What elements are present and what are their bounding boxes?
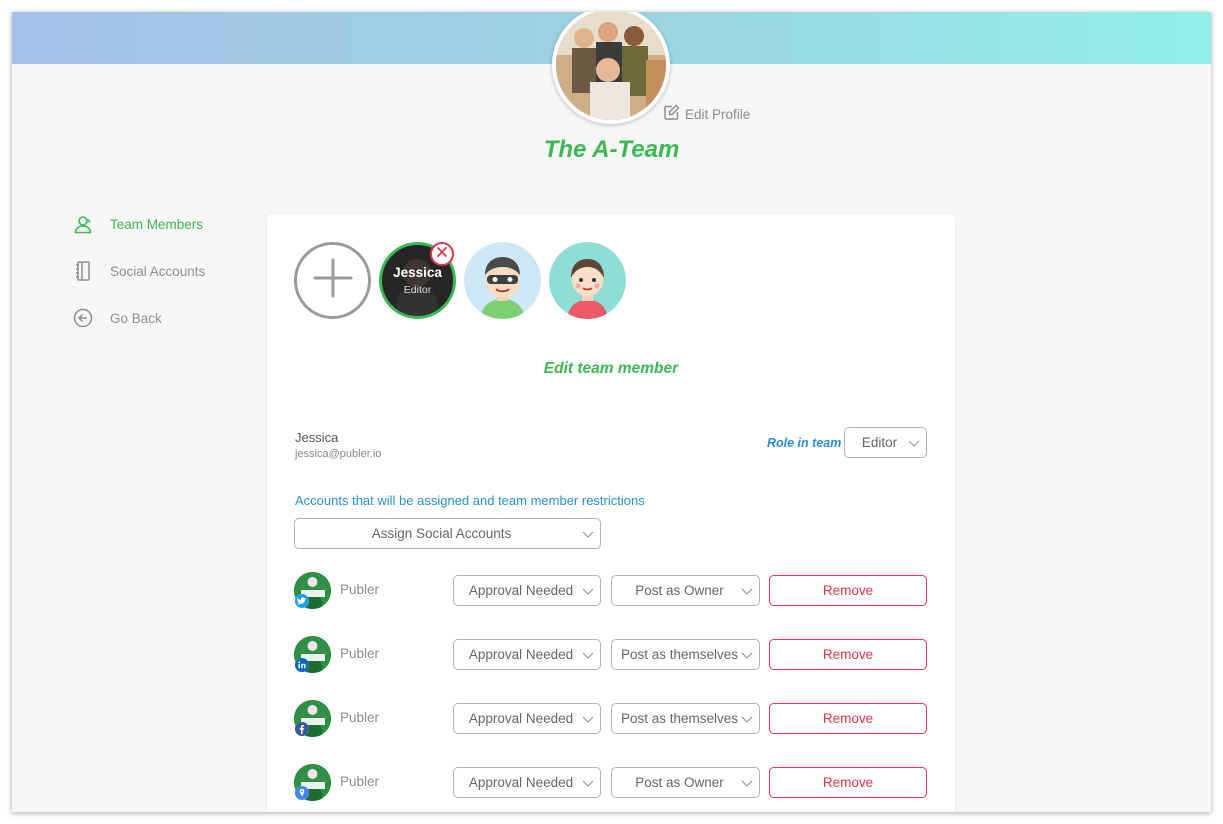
sidebar-item-social-accounts[interactable]: Social Accounts <box>72 259 205 283</box>
selected-member-name: Jessica <box>393 265 442 280</box>
edit-icon <box>663 104 680 124</box>
chevron-down-icon <box>908 435 920 450</box>
sidebar-item-label: Social Accounts <box>110 263 206 279</box>
post-as-select-value: Post as themselves <box>620 647 739 662</box>
arrow-left-circle-icon <box>72 307 94 329</box>
twitter-icon <box>295 594 309 608</box>
approval-select[interactable]: Approval Needed <box>453 639 601 670</box>
sidebar-item-label: Go Back <box>110 310 162 326</box>
linkedin-icon <box>295 658 309 672</box>
account-name: Publer <box>340 582 380 597</box>
close-icon <box>436 245 448 263</box>
approval-select-value: Approval Needed <box>468 647 574 662</box>
chevron-down-icon <box>582 775 594 790</box>
post-as-select[interactable]: Post as themselves <box>611 703 760 734</box>
member-avatar[interactable] <box>464 242 541 319</box>
approval-select-value: Approval Needed <box>468 711 574 726</box>
account-row: Publer Approval Needed Post as Owner Rem… <box>267 572 955 610</box>
member-email: jessica@publer.io <box>295 448 382 460</box>
remove-account-button[interactable]: Remove <box>769 703 927 734</box>
post-as-select[interactable]: Post as Owner <box>611 575 760 606</box>
account-name: Publer <box>340 646 380 661</box>
members-list: Jessica Editor <box>294 242 626 319</box>
assign-social-accounts-select[interactable]: Assign Social Accounts <box>294 518 601 549</box>
selected-member-role: Editor <box>403 284 432 296</box>
chevron-down-icon <box>741 583 753 598</box>
approval-select[interactable]: Approval Needed <box>453 575 601 606</box>
member-name: Jessica <box>295 430 339 445</box>
account-name: Publer <box>340 774 380 789</box>
remove-member-button[interactable] <box>430 242 454 266</box>
edit-profile-button[interactable]: Edit Profile <box>663 104 750 124</box>
role-label: Role in team <box>767 436 842 450</box>
chevron-down-icon <box>582 583 594 598</box>
account-row: Publer Approval Needed Post as themselve… <box>267 700 955 738</box>
member-avatar[interactable] <box>549 242 626 319</box>
role-select[interactable]: Editor <box>844 427 927 458</box>
post-as-select-value: Post as themselves <box>620 711 739 726</box>
sidebar-item-team-members[interactable]: Team Members <box>72 212 205 236</box>
chevron-down-icon <box>741 711 753 726</box>
team-member-card: Jessica Editor Edit team member Jessica … <box>267 214 955 812</box>
user-icon <box>72 213 94 235</box>
app-window: Edit Profile The A-Team Team Members Soc… <box>12 12 1211 812</box>
chevron-down-icon <box>582 526 594 541</box>
remove-account-button[interactable]: Remove <box>769 767 927 798</box>
sidebar-item-go-back[interactable]: Go Back <box>72 306 205 330</box>
plus-icon <box>311 256 355 305</box>
assign-select-placeholder: Assign Social Accounts <box>371 526 512 541</box>
edit-profile-label: Edit Profile <box>685 106 751 122</box>
edit-member-title: Edit team member <box>543 360 679 377</box>
add-member-button[interactable] <box>294 242 371 319</box>
assign-accounts-label: Accounts that will be assigned and team … <box>295 493 645 508</box>
notebook-icon <box>72 260 94 282</box>
account-name: Publer <box>340 710 380 725</box>
account-row: Publer Approval Needed Post as Owner Rem… <box>267 764 955 802</box>
sidebar-nav: Team Members Social Accounts Go Back <box>72 212 205 353</box>
chevron-down-icon <box>741 775 753 790</box>
chevron-down-icon <box>582 711 594 726</box>
remove-account-button[interactable]: Remove <box>769 639 927 670</box>
post-as-select[interactable]: Post as themselves <box>611 639 760 670</box>
post-as-select-value: Post as Owner <box>635 775 724 790</box>
facebook-icon <box>295 722 309 736</box>
approval-select-value: Approval Needed <box>468 775 574 790</box>
google-my-business-icon <box>295 786 309 800</box>
role-select-value: Editor <box>861 435 898 450</box>
team-avatar <box>552 12 670 124</box>
approval-select-value: Approval Needed <box>468 583 574 598</box>
approval-select[interactable]: Approval Needed <box>453 767 601 798</box>
account-row: Publer Approval Needed Post as themselve… <box>267 636 955 674</box>
sidebar-item-label: Team Members <box>110 216 204 232</box>
chevron-down-icon <box>741 647 753 662</box>
team-name: The A-Team <box>543 136 680 163</box>
chevron-down-icon <box>582 647 594 662</box>
approval-select[interactable]: Approval Needed <box>453 703 601 734</box>
remove-account-button[interactable]: Remove <box>769 575 927 606</box>
post-as-select[interactable]: Post as Owner <box>611 767 760 798</box>
post-as-select-value: Post as Owner <box>635 583 724 598</box>
